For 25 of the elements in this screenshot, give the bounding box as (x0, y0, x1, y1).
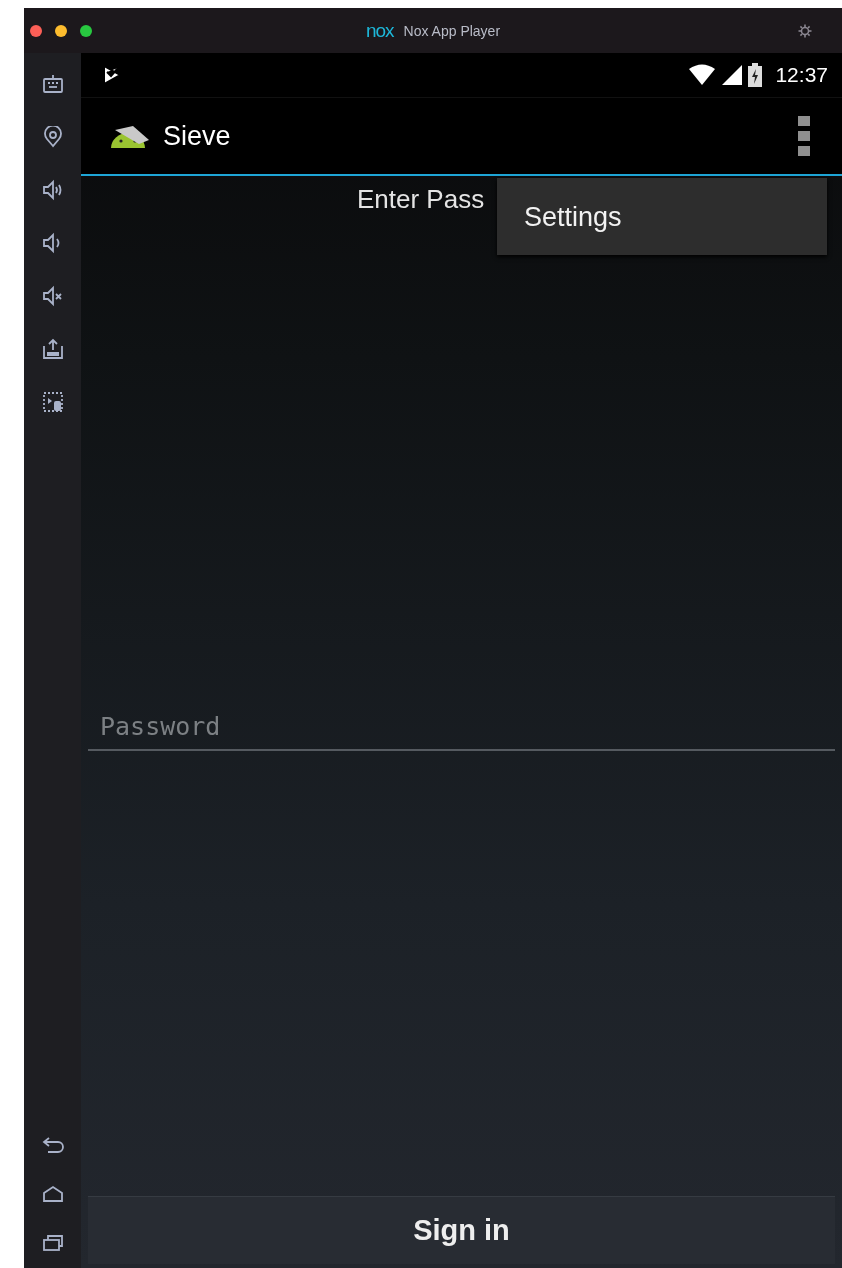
battery-icon (748, 63, 763, 87)
password-field[interactable]: Password (88, 704, 835, 751)
app-logo: nox (365, 19, 394, 42)
recent-apps-icon[interactable] (41, 1234, 64, 1252)
zoom-button[interactable] (80, 24, 92, 37)
settings-icon[interactable] (798, 23, 812, 38)
more-options-icon[interactable] (798, 116, 810, 156)
back-icon[interactable] (41, 1136, 64, 1154)
menu-item[interactable]: Settings (497, 178, 827, 255)
upload-icon[interactable] (41, 338, 64, 360)
wifi-icon (688, 64, 717, 86)
clock: 12:37 (775, 63, 828, 87)
mute-icon[interactable] (41, 285, 64, 307)
minimize-button[interactable] (55, 24, 67, 37)
location-icon[interactable] (41, 126, 64, 148)
heading: Enter Pass (357, 184, 485, 216)
sign-in-button[interactable]: Sign in (88, 1196, 835, 1264)
volume-up-icon[interactable] (41, 179, 64, 201)
signal-icon (721, 64, 744, 86)
window-title: Nox App Player (403, 22, 501, 39)
screen-record-icon[interactable] (41, 391, 64, 413)
home-icon[interactable] (41, 1185, 64, 1203)
keyboard-icon[interactable] (41, 73, 64, 95)
close-button[interactable] (30, 24, 42, 37)
app-title: Sieve (163, 120, 231, 152)
